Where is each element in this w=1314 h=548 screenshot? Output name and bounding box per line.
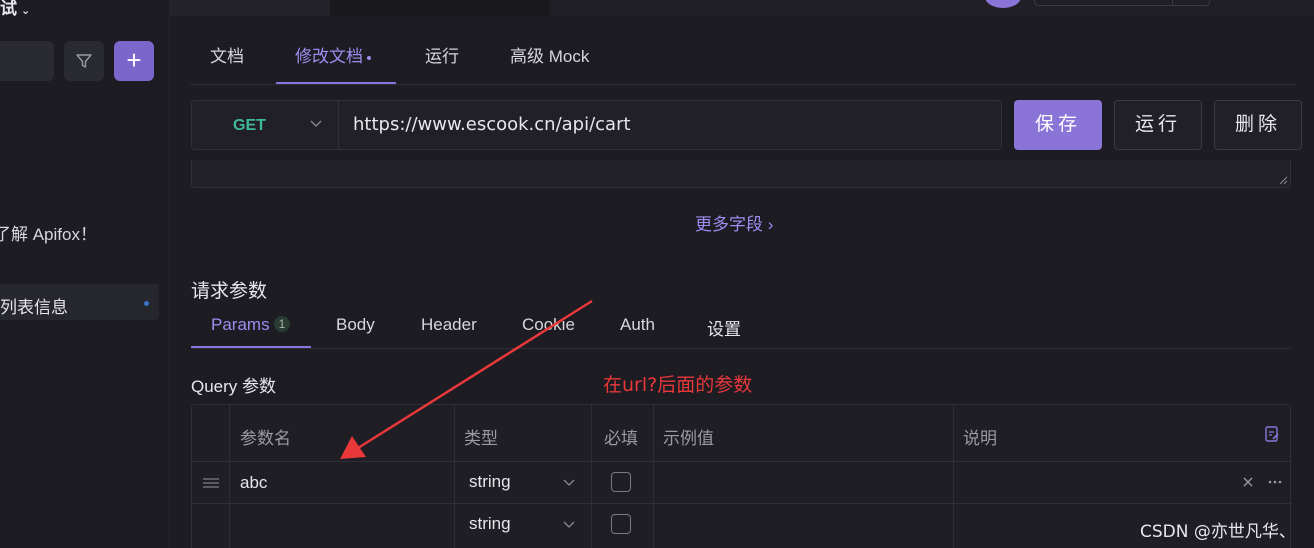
- required-checkbox[interactable]: [611, 514, 631, 534]
- sidebar-item-active[interactable]: 列表信息: [0, 284, 159, 320]
- column-header-description: 说明: [963, 429, 997, 448]
- sidebar-item-label: 列表信息: [0, 298, 68, 317]
- method-select[interactable]: GET: [191, 100, 339, 150]
- divider: [653, 405, 654, 548]
- tab-mock[interactable]: 高级 Mock: [510, 42, 589, 67]
- params-count-badge: 1: [273, 316, 291, 332]
- divider: [591, 405, 592, 548]
- modified-dot: [367, 55, 371, 60]
- save-button[interactable]: 保存: [1014, 100, 1102, 150]
- tab-params[interactable]: Params 1: [211, 315, 291, 335]
- required-checkbox[interactable]: [611, 472, 631, 492]
- url-input[interactable]: https://www.escook.cn/api/cart: [338, 100, 1002, 150]
- column-header-type: 类型: [464, 429, 498, 448]
- watermark: CSDN @亦世凡华、: [1140, 522, 1296, 542]
- param-tabs: Params 1 Body Header Cookie Auth 设置: [191, 300, 1291, 349]
- chevron-down-icon: [563, 521, 575, 528]
- divider: [454, 405, 455, 548]
- top-tab[interactable]: [170, 0, 330, 16]
- divider: [953, 405, 954, 548]
- divider: [229, 405, 230, 548]
- sidebar-item-apifox[interactable]: 了解 Apifox！: [0, 220, 97, 245]
- bulk-edit-icon[interactable]: [1264, 425, 1280, 443]
- divider: [192, 461, 1292, 462]
- search-input[interactable]: [0, 41, 54, 81]
- method-label: GET: [233, 117, 266, 134]
- tab-settings[interactable]: 设置: [707, 315, 741, 340]
- chevron-down-icon: [563, 479, 575, 486]
- divider: [192, 503, 1292, 504]
- tab-auth[interactable]: Auth: [620, 315, 655, 335]
- tab-cookie[interactable]: Cookie: [522, 315, 575, 335]
- resize-handle-icon[interactable]: [1278, 175, 1288, 185]
- tab-body[interactable]: Body: [336, 315, 375, 335]
- chevron-down-icon: [310, 120, 322, 127]
- filter-icon: [76, 54, 92, 68]
- delete-button[interactable]: 删除: [1214, 100, 1302, 150]
- sidebar: 试 ⌄ + 了解 Apifox！ 列表信息: [0, 0, 170, 548]
- column-header-name: 参数名: [240, 429, 291, 448]
- active-tab-indicator: [191, 346, 311, 348]
- column-header-example: 示例值: [663, 429, 714, 448]
- description-textarea[interactable]: [191, 160, 1291, 188]
- tab-edit-doc[interactable]: 修改文档: [295, 42, 371, 67]
- filter-button[interactable]: [64, 41, 104, 81]
- section-title: 请求参数: [191, 281, 268, 302]
- param-name-cell[interactable]: abc: [240, 473, 267, 493]
- unsaved-dot: [144, 301, 149, 306]
- tab-header[interactable]: Header: [421, 315, 477, 335]
- tab-run[interactable]: 运行: [425, 42, 459, 67]
- divider: [1172, 0, 1173, 6]
- run-button[interactable]: 运行: [1114, 100, 1202, 150]
- close-icon[interactable]: [1242, 476, 1254, 488]
- param-type-select[interactable]: string: [469, 472, 511, 492]
- param-type-select[interactable]: string: [469, 514, 511, 534]
- doc-tabs: 文档 修改文档 运行 高级 Mock: [190, 22, 1296, 85]
- chevron-down-icon: ⌄: [21, 5, 31, 17]
- drag-handle-icon[interactable]: [202, 476, 220, 490]
- tab-doc[interactable]: 文档: [210, 42, 244, 67]
- environment-select[interactable]: [1034, 0, 1210, 6]
- project-title-label: 试: [0, 0, 17, 18]
- tab-params-label: Params: [211, 315, 270, 334]
- active-tab-indicator: [276, 82, 396, 84]
- project-title[interactable]: 试 ⌄: [0, 0, 30, 19]
- column-header-required: 必填: [604, 429, 638, 448]
- more-icon[interactable]: [1268, 480, 1282, 484]
- tab-edit-doc-label: 修改文档: [295, 47, 363, 66]
- more-fields-link[interactable]: 更多字段 ›: [695, 210, 773, 235]
- annotation-text: 在url?后面的参数: [603, 374, 753, 396]
- add-button[interactable]: +: [114, 41, 154, 81]
- query-title: Query 参数: [191, 377, 277, 396]
- params-table: 参数名 类型 必填 示例值 说明 abc string string: [191, 404, 1292, 548]
